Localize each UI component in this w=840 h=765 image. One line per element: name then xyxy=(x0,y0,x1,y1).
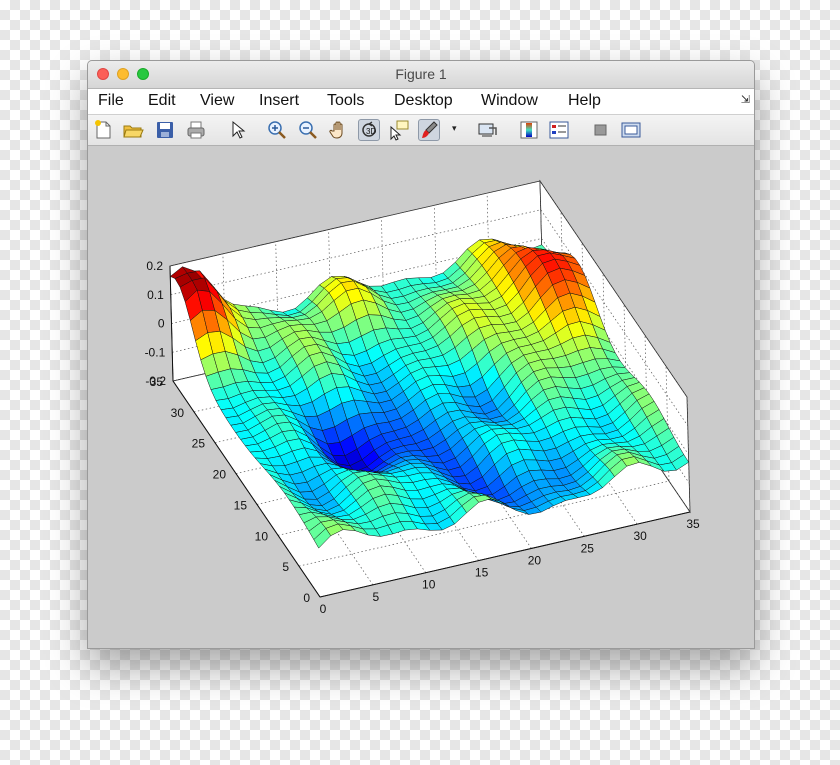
y-tick-label: 5 xyxy=(282,560,289,574)
menu-desktop[interactable]: Desktop xyxy=(394,92,453,110)
z-tick-label: 0 xyxy=(158,317,165,331)
link-plot-icon[interactable] xyxy=(476,119,498,141)
x-tick-label: 25 xyxy=(581,541,595,555)
open-file-icon[interactable] xyxy=(122,119,144,141)
x-tick-label: 35 xyxy=(686,517,700,531)
y-tick-label: 15 xyxy=(234,498,248,512)
menu-view[interactable]: View xyxy=(200,92,234,110)
toolbar: 3D ▾ xyxy=(88,115,754,146)
insert-legend-icon[interactable] xyxy=(548,119,570,141)
x-tick-label: 5 xyxy=(373,590,380,604)
z-tick-label: 0.2 xyxy=(146,259,163,273)
title-bar[interactable]: Figure 1 xyxy=(88,61,754,89)
insert-colorbar-icon[interactable] xyxy=(518,119,540,141)
figure-window: Figure 1 File Edit View Insert Tools Des… xyxy=(87,60,755,649)
menu-window[interactable]: Window xyxy=(481,92,538,110)
zoom-in-icon[interactable] xyxy=(266,119,288,141)
new-figure-icon[interactable] xyxy=(92,119,114,141)
brush-dropdown-icon[interactable]: ▾ xyxy=(452,123,457,134)
x-tick-label: 20 xyxy=(528,553,542,567)
y-tick-label: 0 xyxy=(303,591,310,605)
surface-plot[interactable]: 0510152025303505101520253035-0.2-0.100.1… xyxy=(88,146,754,648)
menu-edit[interactable]: Edit xyxy=(148,92,176,110)
zoom-out-icon[interactable] xyxy=(297,119,319,141)
z-tick-label: -0.2 xyxy=(145,374,166,388)
svg-text:3D: 3D xyxy=(366,127,376,136)
y-tick-label: 25 xyxy=(192,437,206,451)
menu-overflow-icon[interactable]: ⇲ xyxy=(741,93,750,106)
menu-bar: File Edit View Insert Tools Desktop Wind… xyxy=(88,89,754,115)
x-tick-label: 10 xyxy=(422,578,436,592)
y-tick-label: 30 xyxy=(171,406,185,420)
window-title: Figure 1 xyxy=(395,66,447,82)
show-plot-tools-icon[interactable] xyxy=(620,119,642,141)
menu-help[interactable]: Help xyxy=(568,92,601,110)
edit-plot-icon[interactable] xyxy=(226,119,248,141)
menu-insert[interactable]: Insert xyxy=(259,92,299,110)
hide-plot-tools-icon[interactable] xyxy=(590,119,612,141)
x-tick-label: 15 xyxy=(475,566,489,580)
figure-canvas[interactable]: 0 5 10 15 20 25 30 35 0 5 10 15 20 25 30 35 -0.2 -0.1 0 0.1… xyxy=(88,146,754,648)
z-tick-label: 0.1 xyxy=(147,288,164,302)
y-tick-label: 10 xyxy=(255,529,269,543)
y-tick-label: 20 xyxy=(213,468,227,482)
data-cursor-icon[interactable] xyxy=(388,119,410,141)
save-icon[interactable] xyxy=(154,119,176,141)
menu-file[interactable]: File xyxy=(98,92,124,110)
rotate-3d-icon[interactable]: 3D xyxy=(358,119,380,141)
print-icon[interactable] xyxy=(185,119,207,141)
z-tick-label: -0.1 xyxy=(145,345,166,359)
x-tick-label: 0 xyxy=(320,602,327,616)
brush-icon[interactable] xyxy=(418,119,440,141)
menu-tools[interactable]: Tools xyxy=(327,92,364,110)
x-tick-label: 30 xyxy=(633,529,647,543)
pan-icon[interactable] xyxy=(328,119,350,141)
